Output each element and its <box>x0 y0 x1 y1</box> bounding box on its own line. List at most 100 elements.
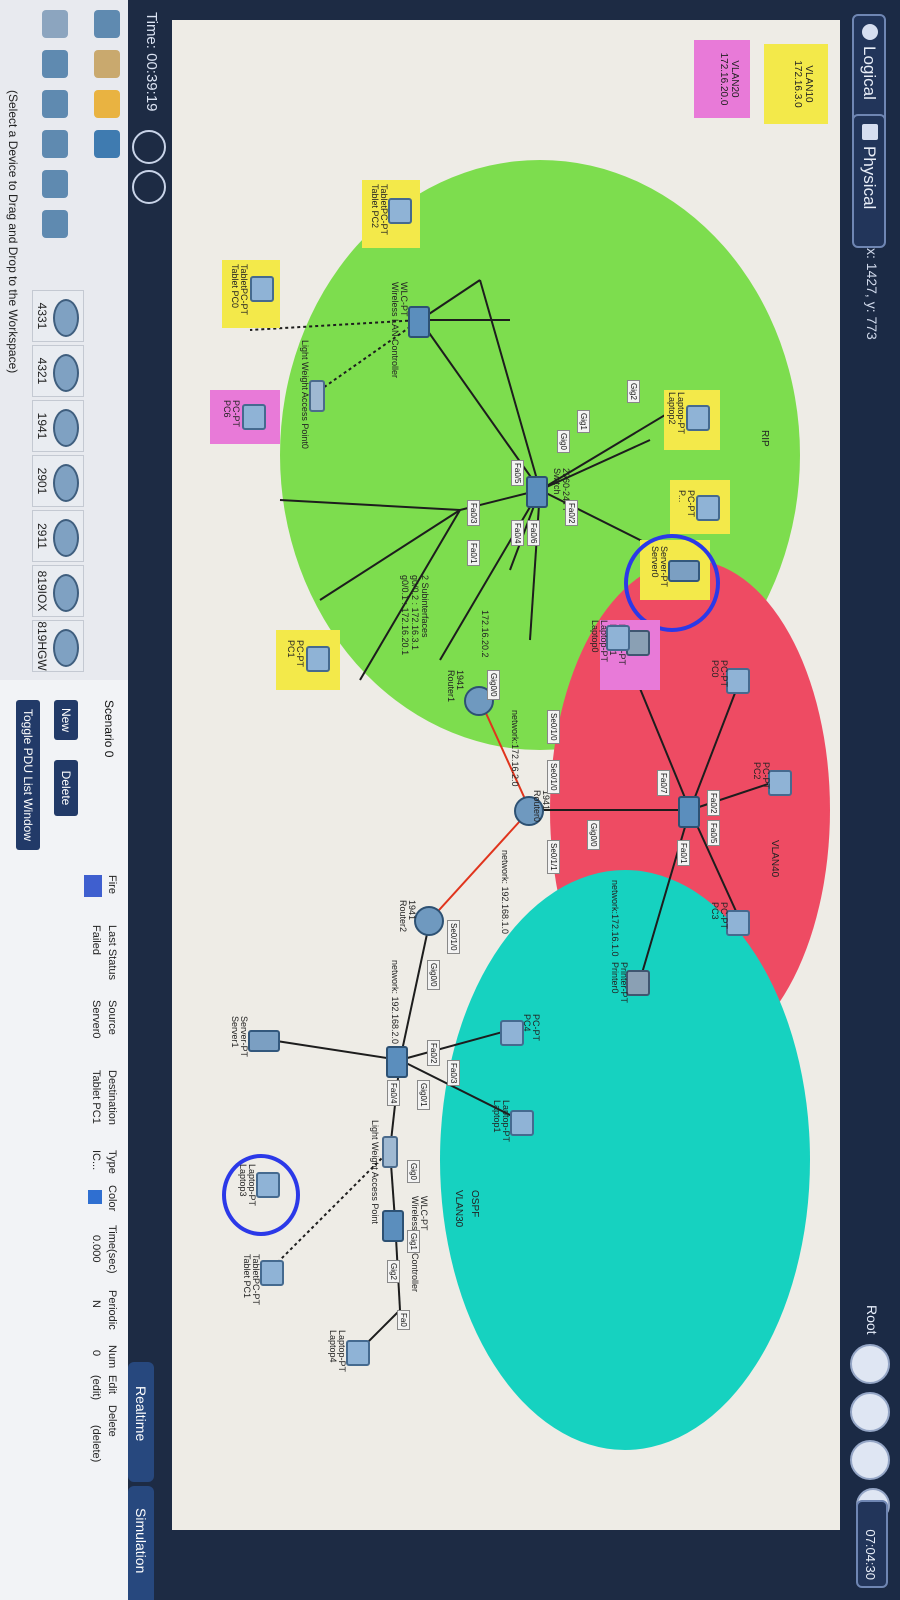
pc-icon[interactable] <box>306 646 330 672</box>
tablet-icon[interactable] <box>388 198 412 224</box>
realtime-label: Realtime <box>133 1386 149 1442</box>
pc-icon[interactable] <box>500 1020 524 1046</box>
device-label: Light Weight Access Point <box>370 1120 380 1224</box>
port-tag: Fa0/4 <box>511 520 524 547</box>
port-tag: Fa0 <box>397 1310 410 1330</box>
realtime-mode-button[interactable]: Realtime <box>128 1362 154 1482</box>
router-model-2901[interactable]: 2901 <box>32 455 84 507</box>
pdu-type: IC... <box>90 1150 102 1171</box>
router-model-819hgw[interactable]: 819HGW <box>32 620 84 672</box>
device-label: Light Weight Access Point0 <box>300 340 310 449</box>
laptop-icon[interactable] <box>510 1110 534 1136</box>
reset-time-icon[interactable] <box>132 130 166 164</box>
tab-logical[interactable]: Logical <box>852 14 886 128</box>
port-tag: Se0/1/1 <box>547 840 560 874</box>
pdu-destination: Tablet PC1 <box>90 1070 102 1124</box>
tab-physical[interactable]: Physical <box>852 114 886 248</box>
switch-icon[interactable] <box>526 476 548 508</box>
link <box>269 1039 401 1061</box>
navigation-icon[interactable] <box>850 1440 890 1480</box>
port-tag: Fa0/7 <box>657 770 670 797</box>
router-model-819iox[interactable]: 819IOX <box>32 565 84 617</box>
server-icon[interactable] <box>248 1030 280 1052</box>
port-tag: Fa0/6 <box>527 520 540 547</box>
scenario-select[interactable]: Scenario 0 <box>90 700 116 860</box>
tablet-icon[interactable] <box>260 1260 284 1286</box>
wlc-icon[interactable] <box>408 306 430 338</box>
scenario-label: Scenario 0 <box>102 700 116 758</box>
tablet-icon[interactable] <box>250 276 274 302</box>
pc-icon[interactable] <box>726 668 750 694</box>
network-devices-category-icon[interactable] <box>94 10 120 38</box>
pdu-edit-link[interactable]: (edit) <box>90 1375 102 1400</box>
port-tag: Fa0/1 <box>677 840 690 867</box>
wan-emulation-subcategory-icon[interactable] <box>42 210 68 238</box>
pdu-list-panel: Scenario 0 New Delete Toggle PDU List Wi… <box>0 680 128 1600</box>
access-point-icon[interactable] <box>309 380 325 412</box>
device-label: PC-PT PC1 <box>286 640 305 667</box>
router-icon[interactable] <box>414 906 444 936</box>
switch-icon[interactable] <box>386 1046 408 1078</box>
undo-icon[interactable] <box>850 1344 890 1384</box>
simulation-label: Simulation <box>133 1508 149 1574</box>
subnet-ip-label: 172.16.20.2 <box>480 610 490 658</box>
fire-indicator[interactable] <box>84 875 102 897</box>
link <box>279 499 461 511</box>
model-label: 2911 <box>35 523 49 549</box>
router-model-4321[interactable]: 4321 <box>32 345 84 397</box>
laptop-icon[interactable] <box>686 405 710 431</box>
model-label: 4331 <box>35 302 49 330</box>
wireless-subcategory-icon[interactable] <box>42 130 68 158</box>
vlan30-label: VLAN30 <box>453 1190 464 1228</box>
routers-subcategory-icon[interactable] <box>42 10 68 38</box>
clock: 07:04:30 <box>856 1500 888 1588</box>
laptop-icon[interactable] <box>606 625 630 651</box>
pc-icon[interactable] <box>768 770 792 796</box>
delete-button[interactable]: Delete <box>54 760 78 816</box>
pdu-color-swatch <box>88 1190 102 1204</box>
column-source: Source <box>106 1000 118 1035</box>
root-breadcrumb[interactable]: Root <box>864 1305 880 1335</box>
misc-category-icon[interactable] <box>94 130 120 158</box>
pdu-source: Server0 <box>90 1000 102 1039</box>
simulation-mode-button[interactable]: Simulation <box>128 1486 154 1600</box>
access-point-icon[interactable] <box>382 1136 398 1168</box>
laptop-icon[interactable] <box>346 1340 370 1366</box>
connections-category-icon[interactable] <box>94 90 120 118</box>
hubs-subcategory-icon[interactable] <box>42 90 68 118</box>
end-devices-category-icon[interactable] <box>94 50 120 78</box>
router-model-4331[interactable]: 4331 <box>32 290 84 342</box>
switch-icon[interactable] <box>678 796 700 828</box>
printer-icon[interactable] <box>626 970 650 996</box>
simulation-time: Time: 00:39:19 <box>143 12 160 112</box>
security-subcategory-icon[interactable] <box>42 170 68 198</box>
network-label: network: 192.168.2.0 <box>390 960 400 1045</box>
model-label: 2901 <box>35 467 49 495</box>
switches-subcategory-icon[interactable] <box>42 50 68 78</box>
pdu-delete-link[interactable]: (delete) <box>90 1425 102 1462</box>
router-model-1941[interactable]: 1941 <box>32 400 84 452</box>
device-label: Server-PT Server1 <box>230 1016 249 1058</box>
device-label: TabletPC-PT Tablet PC0 <box>230 264 249 316</box>
port-tag: Fa0/1 <box>467 540 480 567</box>
router-model-2911[interactable]: 2911 <box>32 510 84 562</box>
pc-icon[interactable] <box>696 495 720 521</box>
device-label: Laptop-PT Laptop1 <box>492 1100 511 1143</box>
model-label: 4321 <box>35 357 49 385</box>
cloud-add-icon[interactable] <box>850 1392 890 1432</box>
device-label: PC-PT PC2 <box>752 762 771 789</box>
fast-forward-icon[interactable] <box>132 170 166 204</box>
link <box>439 489 541 661</box>
screenshot-frame: Logical Physical x: 1427, y: 773 Root 07… <box>0 0 900 1600</box>
device-label: Laptop-PT Laptop2 <box>667 392 686 435</box>
wlc-icon[interactable] <box>382 1210 404 1242</box>
new-button[interactable]: New <box>54 700 78 740</box>
select-device-hint: (Select a Device to Drag and Drop to the… <box>6 90 20 374</box>
device-label: PC-PT PC4 <box>522 1014 541 1041</box>
pc-icon[interactable] <box>726 910 750 936</box>
model-label: 1941 <box>35 412 49 440</box>
logical-workspace[interactable]: VLAN10 172.16.3.0 VLAN20 172.16.20.0 RIP… <box>172 20 840 1530</box>
pc-icon[interactable] <box>242 404 266 430</box>
pdu-periodic: N <box>90 1300 102 1308</box>
toggle-pdu-list-button[interactable]: Toggle PDU List Window <box>16 700 40 850</box>
